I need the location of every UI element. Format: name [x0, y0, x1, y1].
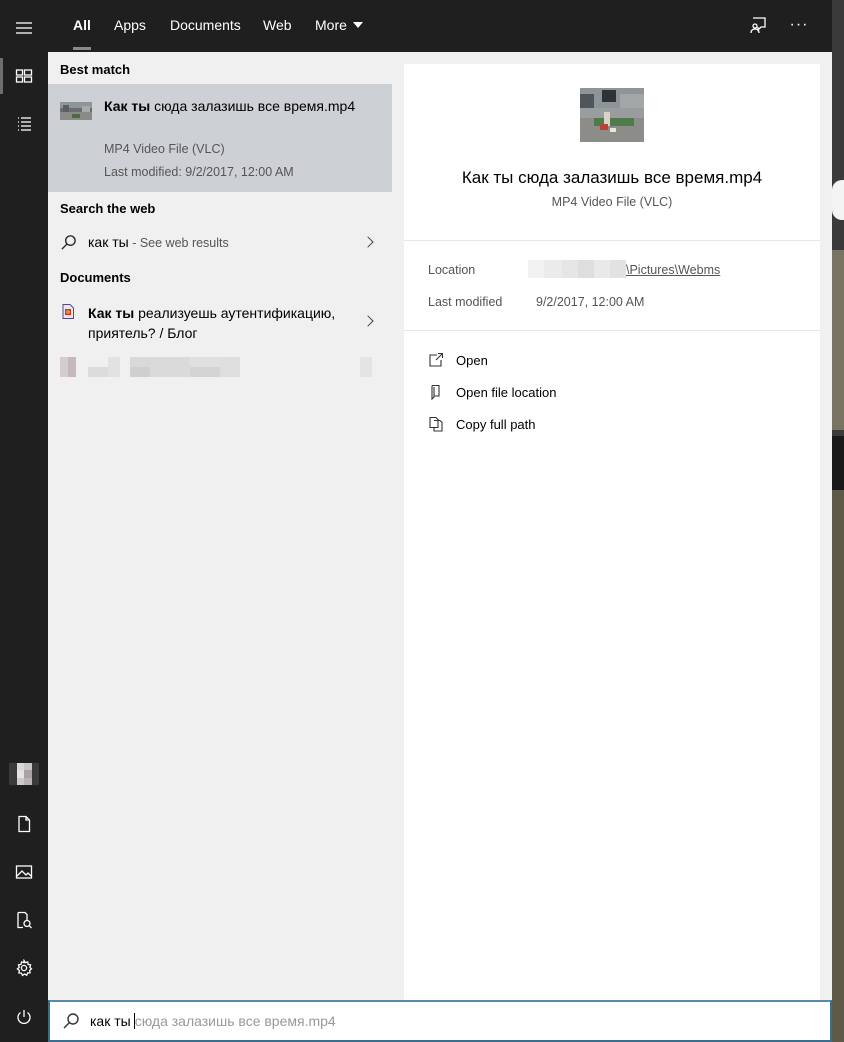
document-result-row[interactable]: Как ты реализуешь аутентификацию, прияте… [48, 303, 392, 347]
nav-rail [0, 0, 48, 1042]
search-typed-text: как ты [90, 1013, 131, 1029]
settings-icon[interactable] [0, 944, 48, 992]
search-icon [61, 235, 76, 250]
redacted-result-row[interactable] [60, 357, 380, 377]
last-modified-label: Last modified [428, 295, 503, 309]
tab-documents[interactable]: Documents [170, 0, 241, 52]
open-action[interactable]: Open [428, 350, 488, 370]
search-icon [63, 1013, 79, 1029]
document-icon[interactable] [0, 800, 48, 848]
preview-type: MP4 Video File (VLC) [551, 195, 673, 209]
last-modified-value: 9/2/2017, 12:00 AM [536, 295, 645, 309]
open-file-location-label: Open file location [456, 384, 557, 400]
documents-list-icon[interactable] [0, 100, 48, 148]
desktop-background-region [832, 250, 844, 430]
section-documents-heading: Documents [60, 270, 131, 285]
web-result-text: как ты - See web results [88, 234, 229, 250]
tab-apps[interactable]: Apps [114, 0, 146, 52]
document-result-title: Как ты реализуешь аутентификацию, прияте… [88, 305, 336, 341]
power-icon[interactable] [0, 993, 48, 1041]
pictures-icon[interactable] [0, 848, 48, 896]
location-label: Location [428, 263, 476, 277]
folder-location-icon [431, 384, 440, 400]
tab-web[interactable]: Web [263, 0, 292, 52]
location-link[interactable]: \Pictures\Webms [626, 263, 720, 277]
scope-tabs-bar: All Apps Documents Web More ··· [48, 0, 832, 52]
results-list: Best match Как ты сюда залазишь все врем… [48, 52, 392, 1000]
search-autocomplete-suggestion: сюда залазишь все время.mp4 [134, 1013, 336, 1029]
search-input[interactable]: как ты сюда залазишь все время.mp4 [90, 1013, 336, 1029]
open-file-location-action[interactable]: Open file location [428, 382, 556, 402]
copy-icon [429, 416, 443, 432]
hamburger-menu-icon[interactable] [0, 4, 48, 52]
feedback-icon[interactable] [747, 14, 769, 36]
search-results-panel: Best match Как ты сюда залазишь все врем… [48, 52, 832, 1000]
divider [404, 240, 820, 241]
preview-title: Как ты сюда залазишь все время.mp4 [461, 168, 763, 187]
section-best-match-heading: Best match [60, 62, 131, 77]
desktop-background-edge [832, 0, 844, 1042]
chevron-right-icon [362, 236, 374, 248]
tab-all[interactable]: All [73, 0, 91, 52]
best-match-modified: Last modified: 9/2/2017, 12:00 AM [104, 165, 294, 179]
video-thumbnail-small [60, 102, 92, 120]
open-icon [429, 352, 444, 367]
chevron-right-icon [362, 315, 374, 327]
video-thumbnail-large [580, 88, 644, 142]
desktop-background-region [832, 180, 844, 220]
tab-more-label: More [315, 17, 347, 33]
more-options-icon[interactable]: ··· [788, 14, 810, 36]
home-icon[interactable] [0, 52, 48, 100]
preview-pane: Как ты сюда залазишь все время.mp4 MP4 V… [404, 64, 820, 1000]
file-explorer-icon[interactable] [0, 896, 48, 944]
avatar-pixelated [9, 763, 39, 785]
open-action-label: Open [456, 352, 488, 368]
redacted-location-prefix [528, 260, 626, 278]
desktop-background-region [832, 490, 844, 1042]
document-icon [62, 304, 74, 319]
divider [404, 330, 820, 331]
desktop-background-region [832, 436, 844, 490]
web-result-row[interactable]: как ты - See web results [48, 234, 392, 256]
chevron-down-icon [352, 22, 363, 28]
user-avatar[interactable] [0, 750, 48, 798]
tab-more[interactable]: More [315, 0, 363, 52]
best-match-title: Как ты сюда залазишь все время.mp4 [104, 98, 356, 114]
best-match-type: MP4 Video File (VLC) [104, 142, 225, 156]
best-match-item[interactable]: Как ты сюда залазишь все время.mp4 MP4 V… [48, 84, 392, 192]
search-box[interactable]: как ты сюда залазишь все время.mp4 [48, 1000, 832, 1042]
copy-full-path-label: Copy full path [456, 416, 536, 432]
copy-full-path-action[interactable]: Copy full path [428, 414, 536, 434]
section-search-web-heading: Search the web [60, 201, 156, 216]
